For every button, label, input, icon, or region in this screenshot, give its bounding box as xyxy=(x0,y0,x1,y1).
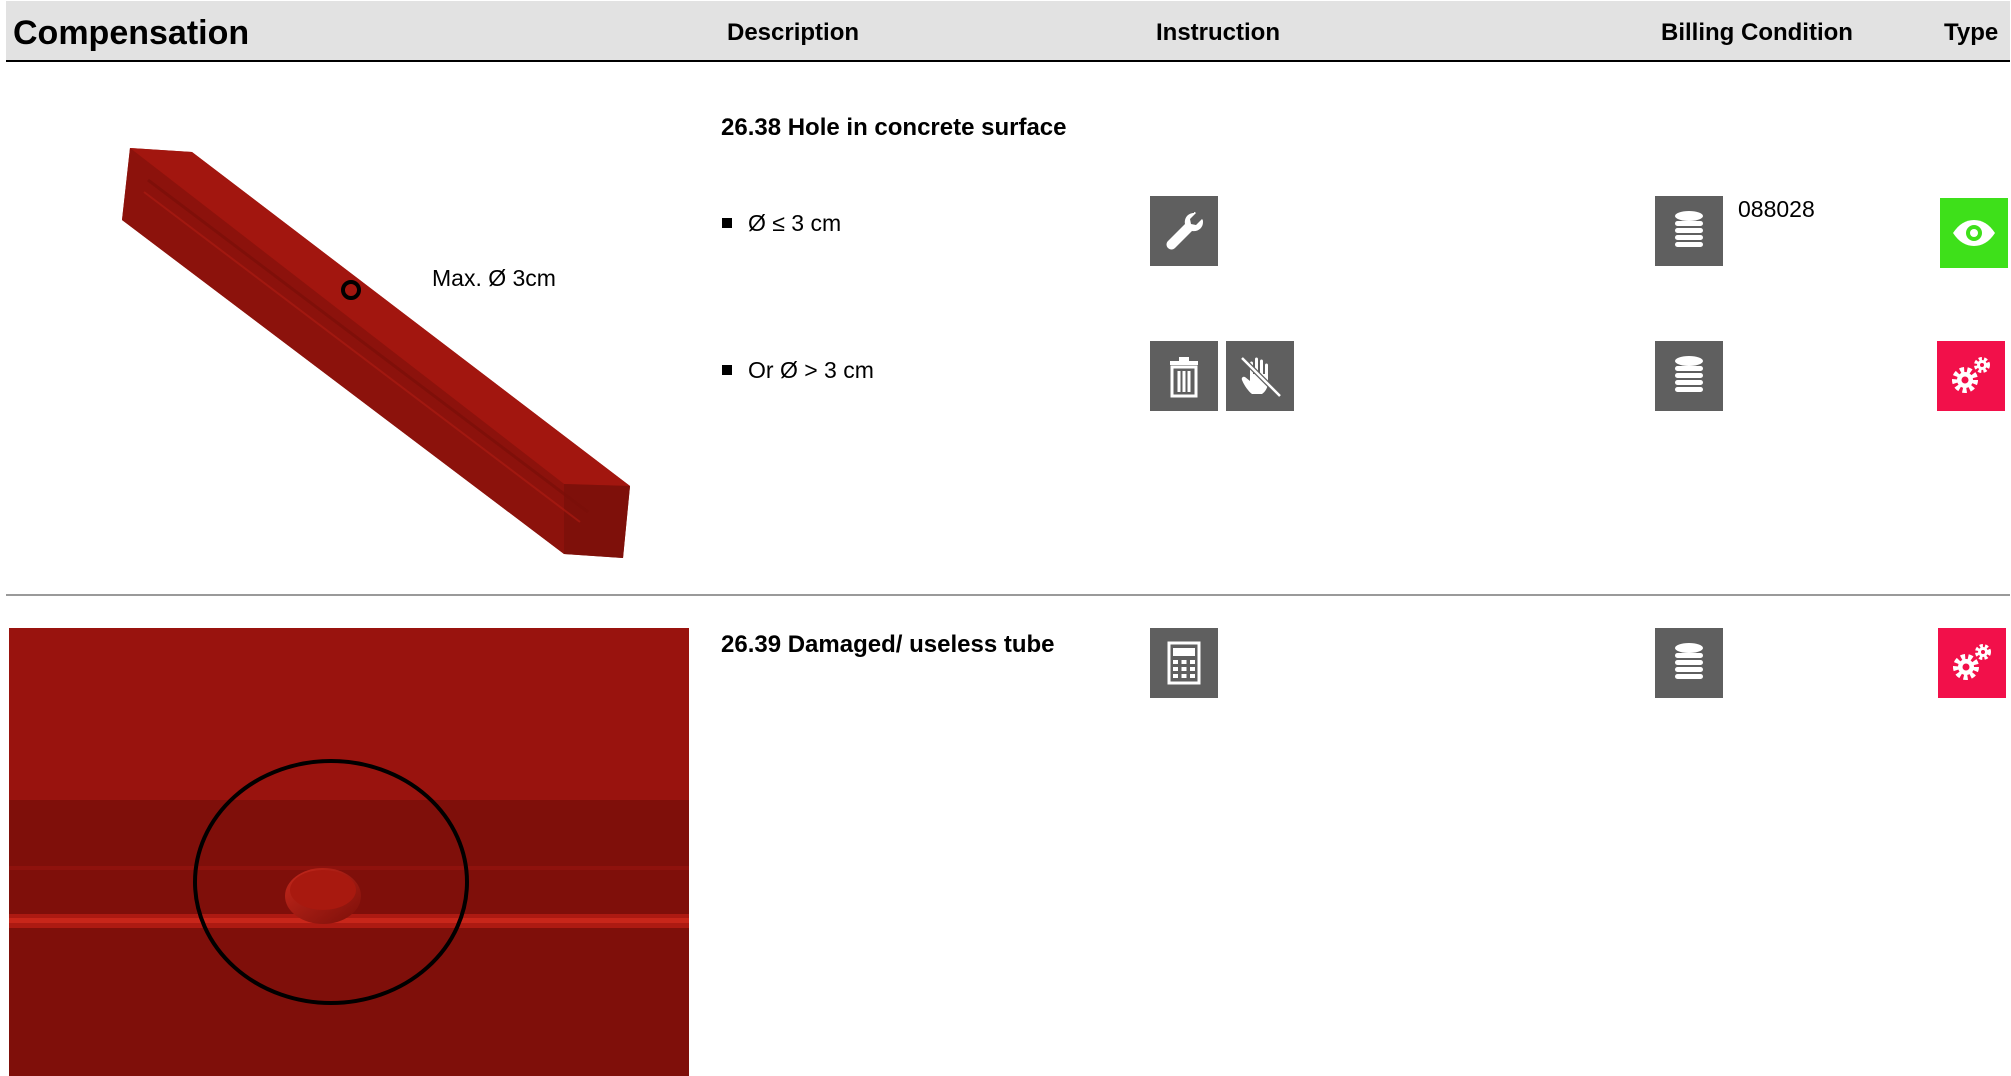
section-title-26-38: 26.38 Hole in concrete surface xyxy=(721,114,1067,141)
column-header-instruction: Instruction xyxy=(1156,19,1280,46)
max-diameter-label: Max. Ø 3cm xyxy=(432,265,556,291)
bullet-square xyxy=(722,218,732,228)
row-divider xyxy=(6,594,2010,596)
column-header-type: Type xyxy=(1944,19,1999,46)
column-header-billing-condition: Billing Condition xyxy=(1661,19,1853,46)
calculator-icon xyxy=(1150,628,1218,698)
trash-icon xyxy=(1150,341,1218,411)
coin-stack-icon xyxy=(1655,628,1723,698)
section-title-26-39: 26.39 Damaged/ useless tube xyxy=(721,631,1055,658)
billing-code: 088028 xyxy=(1738,196,1815,222)
wrench-icon xyxy=(1150,196,1218,266)
gears-icon xyxy=(1937,341,2005,411)
page-title: Compensation xyxy=(13,14,250,52)
bullet-square xyxy=(722,365,732,375)
item-text: Or Ø > 3 cm xyxy=(748,357,874,383)
concrete-beam-illustration xyxy=(122,148,630,558)
gears-icon xyxy=(1938,628,2006,698)
table-header: Compensation Description Instruction Bil… xyxy=(6,1,2010,62)
column-header-description: Description xyxy=(727,19,860,46)
list-item: Ø ≤ 3 cm xyxy=(722,210,841,237)
damaged-tube-illustration xyxy=(9,628,689,1076)
coin-stack-icon xyxy=(1655,341,1723,411)
item-text: Ø ≤ 3 cm xyxy=(748,210,842,236)
list-item: Or Ø > 3 cm xyxy=(722,357,874,384)
coin-stack-icon xyxy=(1655,196,1723,266)
eye-icon xyxy=(1940,198,2008,268)
no-touch-hand-icon xyxy=(1226,341,1294,411)
